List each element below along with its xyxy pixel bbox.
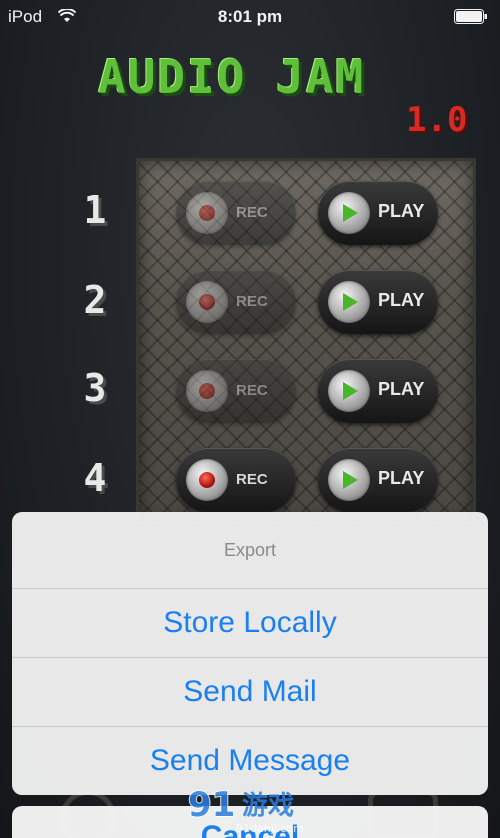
play-label: PLAY — [378, 201, 425, 221]
record-icon — [186, 459, 228, 501]
track-number: 3 — [83, 366, 107, 410]
rec-button-track-3[interactable]: REC — [176, 359, 296, 423]
record-icon — [186, 370, 228, 412]
app-screen: iPod 8:01 pm AUDIO JAM 1.0 1 REC PLAY 2 … — [0, 0, 500, 838]
play-label: PLAY — [378, 379, 425, 399]
export-action-sheet: Export Store Locally Send Mail Send Mess… — [12, 512, 488, 795]
play-label: PLAY — [378, 290, 425, 310]
play-button-track-3[interactable]: PLAY — [318, 359, 438, 423]
svg-text:游戏: 游戏 — [242, 791, 294, 821]
play-icon — [328, 459, 370, 501]
rec-button-track-4[interactable]: REC — [176, 448, 296, 512]
play-label: PLAY — [378, 468, 425, 488]
record-icon — [186, 192, 228, 234]
play-button-track-2[interactable]: PLAY — [318, 270, 438, 334]
battery-icon — [454, 9, 487, 24]
track-number: 2 — [83, 278, 107, 322]
rec-button-track-2[interactable]: REC — [176, 270, 296, 334]
play-button-track-4[interactable]: PLAY — [318, 448, 438, 512]
rec-button-track-1[interactable]: REC — [176, 181, 296, 245]
app-title: AUDIO JAM — [98, 50, 366, 104]
track-number: 4 — [83, 456, 107, 500]
send-mail-button[interactable]: Send Mail — [12, 658, 488, 727]
store-locally-button[interactable]: Store Locally — [12, 589, 488, 658]
rec-label: REC — [236, 204, 268, 221]
status-time: 8:01 pm — [217, 7, 283, 26]
track-number: 1 — [83, 188, 107, 232]
play-icon — [328, 192, 370, 234]
app-version: 1.0 — [406, 100, 468, 140]
record-icon — [186, 281, 228, 323]
play-button-track-1[interactable]: PLAY — [318, 181, 438, 245]
status-bar: iPod 8:01 pm — [0, 0, 500, 34]
svg-text:91danji.com: 91danji.com — [236, 822, 304, 835]
watermark-logo: 91 游戏 91danji.com — [187, 784, 304, 835]
rec-label: REC — [236, 382, 268, 399]
svg-text:91: 91 — [188, 785, 235, 825]
play-icon — [328, 281, 370, 323]
action-sheet-title: Export — [12, 512, 488, 589]
rec-label: REC — [236, 471, 268, 488]
rec-label: REC — [236, 293, 268, 310]
play-icon — [328, 370, 370, 412]
